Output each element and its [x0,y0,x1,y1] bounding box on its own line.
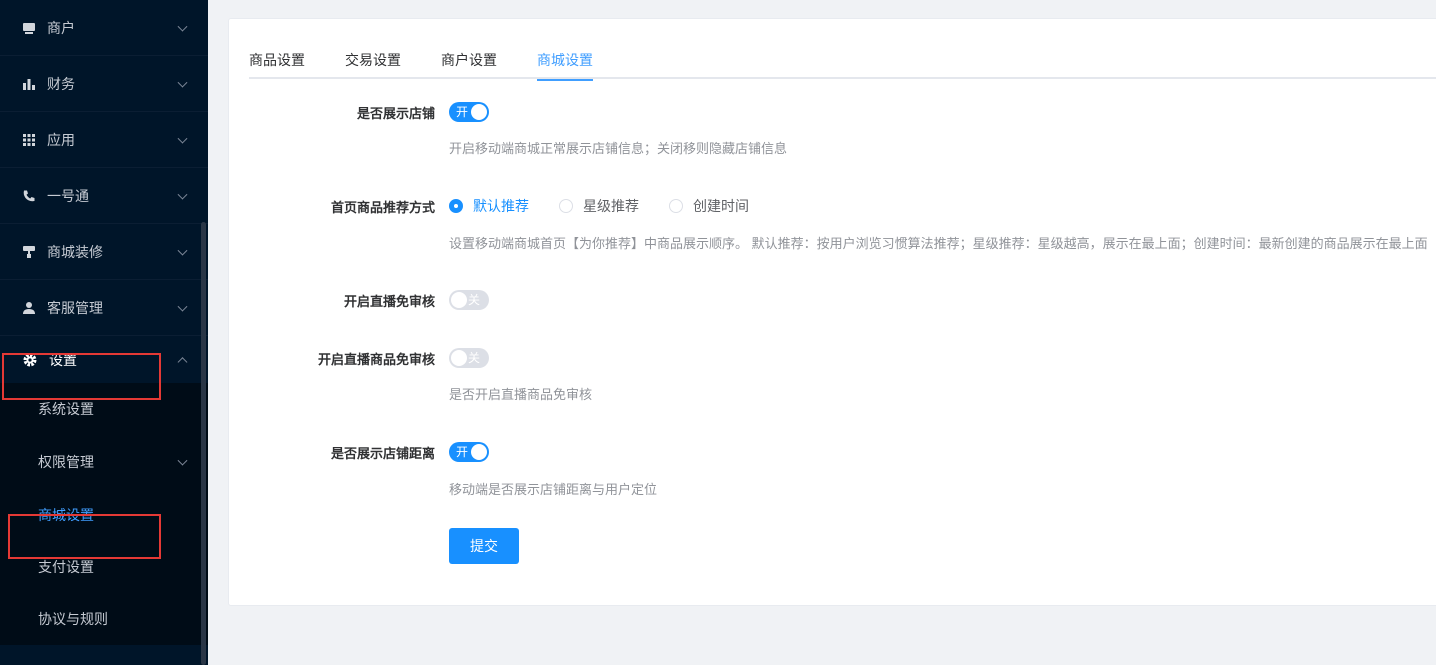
switch-knob [471,444,487,460]
show-distance-switch[interactable]: 开 [449,442,489,462]
tab-product-settings[interactable]: 商品设置 [249,51,305,81]
sidebar-item-label: 客服管理 [47,299,103,316]
settings-card: 商品设置 交易设置 商户设置 商城设置 是否展示店铺 开 开启移动端商城正常展示… [228,18,1436,606]
live-goods-audit-switch[interactable]: 关 [449,348,489,368]
live-goods-audit-hint: 是否开启直播商品免审核 [449,387,593,402]
sidebar-item-label: 设置 [49,351,77,368]
chevron-down-icon [177,21,188,32]
sidebar-item-merchant[interactable]: 商户 [0,0,208,56]
chevron-down-icon [177,189,188,200]
sidebar-subitem-mall-settings[interactable]: 商城设置 [0,489,208,541]
sidebar-item-apps[interactable]: 应用 [0,112,208,168]
sidebar-item-label: 财务 [47,75,75,92]
sidebar: 商户 财务 应用 一号通 商城装修 客服管理 设置 系统设置 权限管理 商城设置… [0,0,208,665]
sidebar-item-label: 应用 [47,131,75,148]
radio-dot [669,199,683,213]
switch-text: 关 [468,293,481,307]
radio-create-time[interactable]: 创建时间 [669,196,749,216]
switch-text: 开 [456,105,469,119]
phone-icon [22,189,36,203]
show-store-label: 是否展示店铺 [356,106,435,121]
paint-roller-icon [22,245,36,259]
recommend-label: 首页商品推荐方式 [330,200,435,215]
sidebar-item-label: 一号通 [47,187,89,204]
radio-label: 创建时间 [693,198,749,214]
tab-mall-settings[interactable]: 商城设置 [537,51,593,81]
live-audit-label: 开启直播免审核 [343,294,435,309]
sidebar-scrollbar[interactable] [201,222,206,665]
switch-text: 关 [468,351,481,365]
store-icon [22,21,36,35]
user-icon [22,301,36,315]
grid-icon [22,133,36,147]
radio-dot [449,199,463,213]
switch-knob [471,104,487,120]
sidebar-item-customer-service[interactable]: 客服管理 [0,280,208,336]
sidebar-item-finance[interactable]: 财务 [0,56,208,112]
sidebar-subitem-system-settings[interactable]: 系统设置 [0,383,208,435]
sidebar-item-label: 商城装修 [47,243,103,260]
show-distance-label: 是否展示店铺距离 [330,446,435,461]
chevron-down-icon [177,245,188,256]
show-distance-hint: 移动端是否展示店铺距离与用户定位 [449,482,658,497]
switch-knob [451,350,467,366]
radio-dot [559,199,573,213]
switch-text: 开 [456,445,469,459]
tab-merchant-settings[interactable]: 商户设置 [441,51,497,81]
sidebar-subitem-payment-settings[interactable]: 支付设置 [0,541,208,593]
sidebar-item-label: 商户 [47,19,75,36]
sidebar-subitem-agreements[interactable]: 协议与规则 [0,593,208,645]
tab-trade-settings[interactable]: 交易设置 [345,51,401,81]
radio-label: 默认推荐 [473,198,529,214]
gear-icon [22,352,38,368]
sidebar-item-decoration[interactable]: 商城装修 [0,224,208,280]
chevron-down-icon [177,77,188,88]
live-audit-switch[interactable]: 关 [449,290,489,310]
chevron-up-icon [177,356,188,367]
sidebar-item-label: 权限管理 [38,454,94,470]
chevron-down-icon [177,133,188,144]
radio-star-recommend[interactable]: 星级推荐 [559,196,639,216]
show-store-switch[interactable]: 开 [449,102,489,122]
tab-bar: 商品设置 交易设置 商户设置 商城设置 [249,47,1436,81]
submit-button[interactable]: 提交 [449,528,519,564]
bar-chart-icon [22,77,36,91]
settings-submenu: 系统设置 权限管理 商城设置 支付设置 协议与规则 [0,383,208,645]
sidebar-subitem-permissions[interactable]: 权限管理 [0,435,208,489]
show-store-hint: 开启移动端商城正常展示店铺信息；关闭移则隐藏店铺信息 [449,141,788,156]
radio-default-recommend[interactable]: 默认推荐 [449,196,529,216]
sidebar-item-yihaotong[interactable]: 一号通 [0,168,208,224]
chevron-down-icon [177,301,188,312]
live-goods-audit-label: 开启直播商品免审核 [317,352,435,367]
sidebar-item-settings[interactable]: 设置 [0,336,208,383]
switch-knob [451,292,467,308]
chevron-down-icon [177,455,188,466]
radio-label: 星级推荐 [583,198,639,214]
recommend-hint: 设置移动端商城首页【为你推荐】中商品展示顺序。 默认推荐：按用户浏览习惯算法推荐… [449,236,1428,251]
